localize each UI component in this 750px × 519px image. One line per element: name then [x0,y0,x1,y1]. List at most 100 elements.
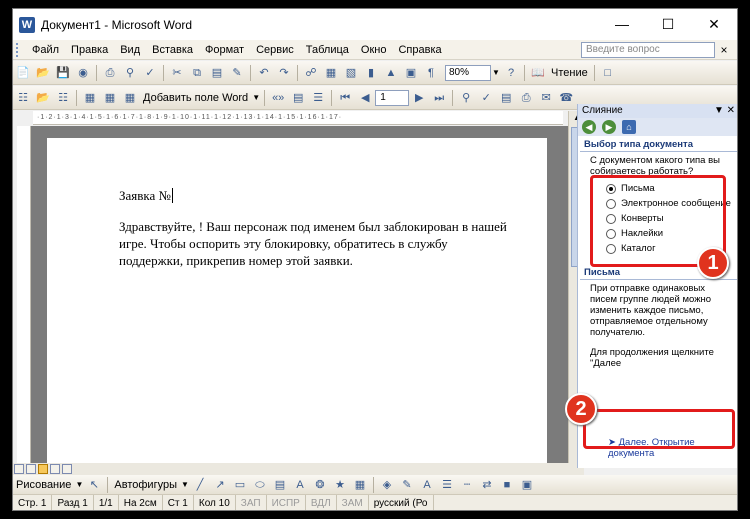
line-style-icon[interactable]: ☰ [439,477,455,493]
insert-greeting-icon[interactable]: ▦ [102,90,118,106]
dash-style-icon[interactable]: ┄ [459,477,475,493]
line-icon[interactable]: ╱ [192,477,208,493]
recipients-icon[interactable]: ☷ [55,90,71,106]
task-pane-menu-icon[interactable]: ▼ ✕ [714,104,735,118]
insert-address-block-icon[interactable]: ▦ [82,90,98,106]
help-icon[interactable]: ? [503,65,519,81]
arrow-icon[interactable]: ↗ [212,477,228,493]
copy-icon[interactable]: ⧉ [189,65,205,81]
paste-icon[interactable]: ▤ [209,65,225,81]
home-icon[interactable]: ⌂ [622,120,636,134]
cut-icon[interactable]: ✂ [169,65,185,81]
main-document-setup-icon[interactable]: ☷ [15,90,31,106]
check-errors-icon[interactable]: ✓ [478,90,494,106]
3d-icon[interactable]: ▣ [519,477,535,493]
close-document-icon[interactable]: × [717,42,731,58]
borders-icon[interactable]: □ [600,65,616,81]
match-fields-icon[interactable]: ☰ [310,90,326,106]
previous-record-icon[interactable]: ◀ [357,90,373,106]
insert-merge-fields-icon[interactable]: ▦ [122,90,138,106]
open-data-source-icon[interactable]: 📂 [35,90,51,106]
menu-window[interactable]: Окно [355,44,393,56]
last-record-icon[interactable]: ⏭ [431,90,447,106]
print-icon[interactable]: ⎙ [102,65,118,81]
rectangle-icon[interactable]: ▭ [232,477,248,493]
save-icon[interactable]: 💾 [55,65,71,81]
first-record-icon[interactable]: ⏮ [337,90,353,106]
diagram-icon[interactable]: ❂ [312,477,328,493]
status-extend[interactable]: ВДЛ [306,495,337,510]
close-button[interactable]: ✕ [691,9,737,40]
status-overtype[interactable]: ЗАМ [337,495,369,510]
menu-tools[interactable]: Сервис [250,44,300,56]
web-view-icon[interactable] [26,464,36,474]
drawing-icon[interactable]: ▲ [383,65,399,81]
autoshapes-dropdown-icon[interactable]: ▼ [180,480,190,489]
normal-view-icon[interactable] [14,464,24,474]
print-preview-icon[interactable]: ⚲ [122,65,138,81]
zoom-select[interactable]: 80% [445,64,491,81]
columns-icon[interactable]: ▮ [363,65,379,81]
reading-button[interactable]: Чтение [548,67,591,79]
document-title-line[interactable]: Заявка № [119,188,173,204]
textbox-icon[interactable]: ▤ [272,477,288,493]
font-color-icon[interactable]: A [419,477,435,493]
document-map-icon[interactable]: ▣ [403,65,419,81]
menu-insert[interactable]: Вставка [146,44,199,56]
find-entry-icon[interactable]: ⚲ [458,90,474,106]
format-painter-icon[interactable]: ✎ [229,65,245,81]
print-layout-view-icon[interactable] [38,464,48,474]
open-icon[interactable]: 📂 [35,65,51,81]
next-record-icon[interactable]: ▶ [411,90,427,106]
arrow-style-icon[interactable]: ⇄ [479,477,495,493]
read-icon[interactable]: 📖 [530,65,546,81]
horizontal-ruler[interactable]: ·1·2·1·3·1·4·1·5·1·6·1·7·1·8·1·9·1·10·1·… [33,111,563,125]
menu-help[interactable]: Справка [392,44,447,56]
clipart-icon[interactable]: ★ [332,477,348,493]
merge-to-printer-icon[interactable]: ⎙ [518,90,534,106]
menu-table[interactable]: Таблица [300,44,355,56]
select-objects-icon[interactable]: ↖ [86,477,102,493]
document-page[interactable]: Заявка № Здравствуйте, ! Ваш персонаж по… [47,138,547,463]
drawing-dropdown-icon[interactable]: ▼ [74,480,84,489]
permission-icon[interactable]: ◉ [75,65,91,81]
document-body-text[interactable]: Здравствуйте, ! Ваш персонаж под именем … [119,218,509,269]
menu-file[interactable]: Файл [26,44,65,56]
add-word-field-button[interactable]: Добавить поле Word [140,92,251,104]
status-track-changes[interactable]: ИСПР [267,495,306,510]
forward-icon[interactable]: ▶ [602,120,616,134]
minimize-button[interactable]: — [599,9,645,40]
help-search-input[interactable]: Введите вопрос [581,42,715,58]
zoom-dropdown-icon[interactable]: ▼ [491,68,501,77]
back-icon[interactable]: ◀ [582,120,596,134]
record-number-input[interactable]: 1 [375,89,410,106]
autoshapes-button[interactable]: Автофигуры [111,479,180,491]
wordart-icon[interactable]: A [292,477,308,493]
merge-to-document-icon[interactable]: ▤ [498,90,514,106]
add-field-dropdown-icon[interactable]: ▼ [251,93,261,102]
picture-icon[interactable]: ▦ [352,477,368,493]
fill-color-icon[interactable]: ◈ [379,477,395,493]
merge-to-email-icon[interactable]: ✉ [538,90,554,106]
view-merged-data-icon[interactable]: «» [270,90,286,106]
maximize-button[interactable]: ☐ [645,9,691,40]
vertical-ruler[interactable] [17,126,31,463]
outline-view-icon[interactable] [50,464,60,474]
hyperlink-icon[interactable]: ☍ [303,65,319,81]
undo-icon[interactable]: ↶ [256,65,272,81]
highlight-fields-icon[interactable]: ▤ [290,90,306,106]
menu-edit[interactable]: Правка [65,44,114,56]
redo-icon[interactable]: ↷ [276,65,292,81]
line-color-icon[interactable]: ✎ [399,477,415,493]
menu-format[interactable]: Формат [199,44,250,56]
menu-view[interactable]: Вид [114,44,146,56]
shadow-icon[interactable]: ■ [499,477,515,493]
merge-to-fax-icon[interactable]: ☎ [558,90,574,106]
show-hide-icon[interactable]: ¶ [423,65,439,81]
insert-table-icon[interactable]: ▧ [343,65,359,81]
drawing-menu-button[interactable]: Рисование [13,479,74,491]
reading-view-icon[interactable] [62,464,72,474]
tables-borders-icon[interactable]: ▦ [323,65,339,81]
horizontal-scrollbar[interactable] [13,463,584,475]
status-record[interactable]: ЗАП [236,495,267,510]
